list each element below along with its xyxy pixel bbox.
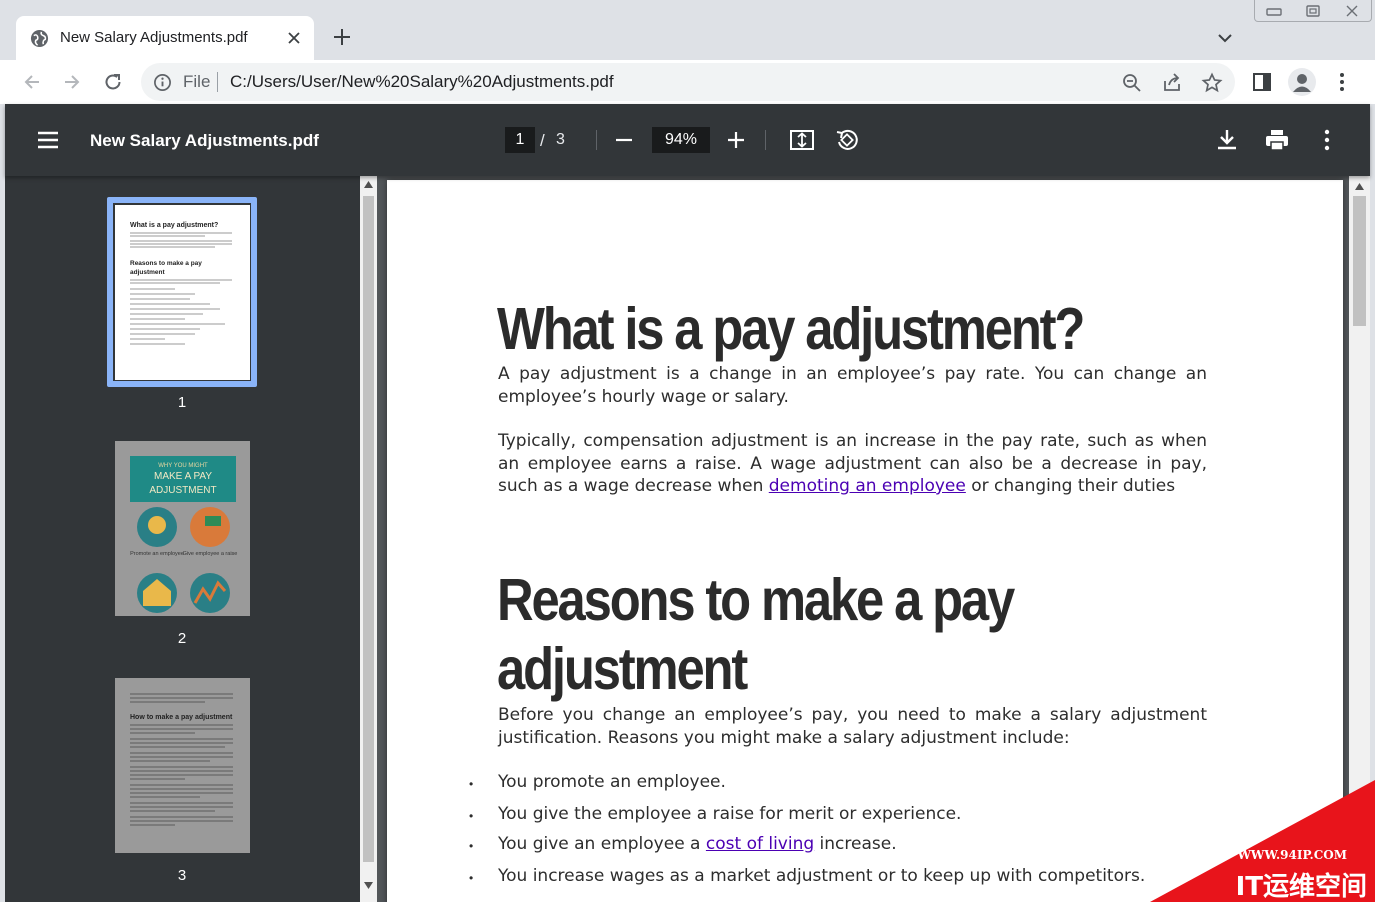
watermark-badge: WWW.94IP.COM IT运维空间 xyxy=(1150,780,1375,902)
thumbnail-page-2[interactable]: WHY YOU MIGHT MAKE A PAY ADJUSTMENT Prom… xyxy=(115,441,250,616)
bullet-cost-end: increase. xyxy=(814,834,897,854)
sidebar-scroll-thumb[interactable] xyxy=(363,196,374,862)
more-options-icon[interactable] xyxy=(1314,127,1340,153)
restore-button[interactable] xyxy=(1294,0,1333,21)
reload-icon xyxy=(105,74,121,90)
bullet-marker: • xyxy=(469,871,474,885)
hamburger-menu-icon[interactable] xyxy=(35,127,61,153)
tab-active[interactable]: New Salary Adjustments.pdf xyxy=(16,16,314,60)
profile-avatar[interactable] xyxy=(1288,68,1316,96)
new-tab-icon[interactable] xyxy=(330,25,354,49)
thumbnail-page-1[interactable]: What is a pay adjustment? Reasons to mak… xyxy=(115,205,250,380)
zoom-level-input[interactable] xyxy=(652,127,710,153)
heading-reasons-line1: Reasons to make a pay xyxy=(497,567,1015,633)
thumbnail-2-content: WHY YOU MIGHT MAKE A PAY ADJUSTMENT Prom… xyxy=(130,456,238,613)
thumbnail-label-3: 3 xyxy=(177,867,187,884)
pdf-toolbar: New Salary Adjustments.pdf / 3 xyxy=(5,104,1370,176)
bullet-promote: You promote an employee. xyxy=(498,772,726,792)
sidebar-scrollbar[interactable] xyxy=(360,176,377,902)
bullet-marker: • xyxy=(469,839,474,853)
bullet-cost-text: You give an employee a xyxy=(498,834,706,854)
svg-text:What is a pay adjustment?: What is a pay adjustment? xyxy=(130,222,218,229)
svg-text:MAKE A PAY: MAKE A PAY xyxy=(154,471,212,482)
chevron-down-icon[interactable] xyxy=(1214,29,1236,47)
print-icon[interactable] xyxy=(1264,127,1290,153)
svg-text:Reasons to make a payadjustmen: Reasons to make a pay adjustment xyxy=(130,260,202,276)
window-close-icon xyxy=(1346,5,1358,16)
svg-text:Promote an employee: Promote an employee xyxy=(130,551,184,557)
url-scheme: File xyxy=(183,72,211,91)
watermark-url: WWW.94IP.COM xyxy=(1237,848,1347,862)
page-number-input[interactable] xyxy=(505,127,535,153)
svg-text:Give employee a raise: Give employee a raise xyxy=(183,551,238,557)
restore-icon xyxy=(1306,4,1320,17)
fit-page-icon[interactable] xyxy=(789,127,815,153)
bullet-market-adjustment: You increase wages as a market adjustmen… xyxy=(498,866,1146,886)
arrow-left-icon xyxy=(24,75,39,89)
heading-what-is-pay-adjustment: What is a pay adjustment? xyxy=(497,296,1085,362)
close-icon[interactable] xyxy=(284,28,304,48)
paragraph-definition: A pay adjustment is a change in an emplo… xyxy=(498,364,1207,407)
thumbnail-1-content: What is a pay adjustment? Reasons to mak… xyxy=(130,222,232,345)
bullet-raise: You give the employee a raise for merit … xyxy=(498,804,962,824)
link-demoting-employee[interactable]: demoting an employee xyxy=(769,476,966,496)
star-icon[interactable] xyxy=(1201,72,1223,94)
minimize-button[interactable] xyxy=(1255,0,1294,21)
thumbnail-page-3[interactable]: How to make a pay adjustment xyxy=(115,678,250,853)
tab-title: New Salary Adjustments.pdf xyxy=(60,29,248,46)
thumbnail-label-2: 2 xyxy=(177,630,187,647)
thumbnail-3-content: How to make a pay adjustment xyxy=(130,693,233,826)
browser-toolbar: File C:/Users/User/New%20Salary%20Adjust… xyxy=(0,60,1375,104)
toolbar-divider xyxy=(596,130,597,150)
side-panel-icon[interactable] xyxy=(1251,71,1273,93)
zoom-minus-icon[interactable] xyxy=(611,127,637,153)
rotate-icon[interactable] xyxy=(834,127,860,153)
bullet-marker: • xyxy=(469,809,474,823)
url-text[interactable]: C:/Users/User/New%20Salary%20Adjustments… xyxy=(230,72,614,92)
scroll-up-arrow-icon[interactable] xyxy=(1355,183,1364,190)
bullet-cost-of-living: You give an employee a cost of living in… xyxy=(498,834,897,854)
pdf-file-title: New Salary Adjustments.pdf xyxy=(90,131,319,150)
zoom-plus-icon[interactable] xyxy=(723,127,749,153)
download-icon[interactable] xyxy=(1214,127,1240,153)
reload-button[interactable] xyxy=(100,69,126,95)
page-total: 3 xyxy=(556,131,565,148)
browser-window: New Salary Adjustments.pdf File C:/Users… xyxy=(0,0,1375,902)
person-icon xyxy=(1293,74,1311,92)
scroll-down-arrow-icon[interactable] xyxy=(364,882,373,889)
menu-kebab-icon[interactable] xyxy=(1331,71,1353,93)
svg-text:ADJUSTMENT: ADJUSTMENT xyxy=(149,485,216,496)
back-button[interactable] xyxy=(19,69,45,95)
globe-icon xyxy=(30,29,49,48)
document-scroll-thumb[interactable] xyxy=(1353,196,1366,326)
paragraph-before-change: Before you change an employee’s pay, you… xyxy=(498,705,1207,748)
paragraph-typically: Typically, compensation adjustment is an… xyxy=(498,430,1207,498)
tab-strip: New Salary Adjustments.pdf xyxy=(0,0,1375,60)
bullet-marker: • xyxy=(469,777,474,791)
forward-button[interactable] xyxy=(59,69,85,95)
zoom-out-icon[interactable] xyxy=(1121,72,1143,94)
page-separator: / xyxy=(540,131,545,150)
scroll-up-arrow-icon[interactable] xyxy=(364,181,373,188)
watermark-brand: IT运维空间 xyxy=(1235,872,1367,902)
heading-reasons-line2: adjustment xyxy=(497,636,748,702)
info-icon[interactable] xyxy=(153,73,172,92)
address-bar[interactable]: File C:/Users/User/New%20Salary%20Adjust… xyxy=(141,63,1235,101)
arrow-right-icon xyxy=(65,75,80,89)
window-close-button[interactable] xyxy=(1332,0,1371,21)
svg-text:How to make a pay adjustment: How to make a pay adjustment xyxy=(130,714,233,721)
url-separator xyxy=(217,72,218,92)
share-icon[interactable] xyxy=(1161,72,1183,94)
thumbnail-sidebar: What is a pay adjustment? Reasons to mak… xyxy=(5,176,360,902)
minimize-icon xyxy=(1266,7,1283,16)
thumbnail-label-1: 1 xyxy=(177,394,187,411)
window-controls xyxy=(1254,0,1372,22)
svg-text:WHY YOU MIGHT: WHY YOU MIGHT xyxy=(158,463,208,469)
paragraph-typically-end: or changing their duties xyxy=(965,476,1176,496)
toolbar-divider xyxy=(765,130,766,150)
link-cost-of-living[interactable]: cost of living xyxy=(706,834,814,854)
